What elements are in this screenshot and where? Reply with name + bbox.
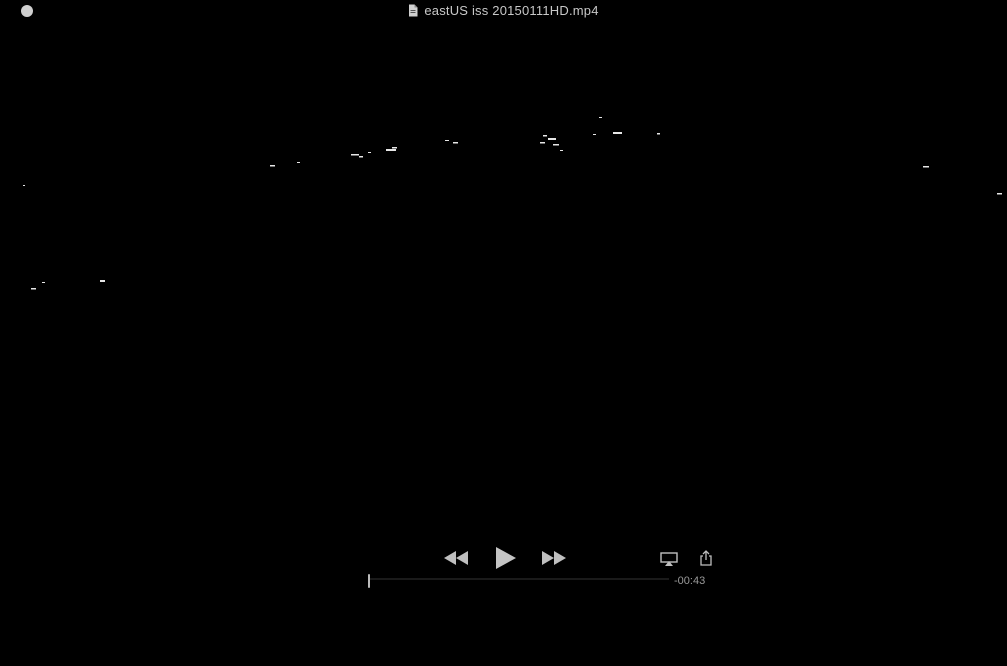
playback-controls: -00:43 — [360, 542, 720, 594]
play-icon — [496, 547, 516, 569]
share-button[interactable] — [699, 550, 713, 571]
time-remaining: -00:43 — [674, 575, 706, 587]
title-bar[interactable]: eastUS iss 20150111HD.mp4 — [0, 0, 1007, 22]
play-button[interactable] — [494, 546, 518, 575]
rewind-button[interactable] — [444, 551, 470, 570]
playhead-handle[interactable] — [368, 574, 370, 588]
share-icon — [700, 550, 712, 566]
document-icon — [408, 4, 418, 20]
video-frame[interactable]: -00:43 — [0, 22, 1007, 666]
fast-forward-icon — [542, 551, 566, 565]
airplay-button[interactable] — [660, 552, 678, 571]
window-title-group: eastUS iss 20150111HD.mp4 — [0, 3, 1007, 20]
scrubber-track[interactable] — [369, 578, 669, 580]
fast-forward-button[interactable] — [540, 551, 566, 570]
video-player-window: eastUS iss 20150111HD.mp4 -00:43 — [0, 0, 1007, 666]
rewind-icon — [444, 551, 468, 565]
airplay-icon — [660, 552, 678, 566]
window-title: eastUS iss 20150111HD.mp4 — [424, 3, 599, 18]
